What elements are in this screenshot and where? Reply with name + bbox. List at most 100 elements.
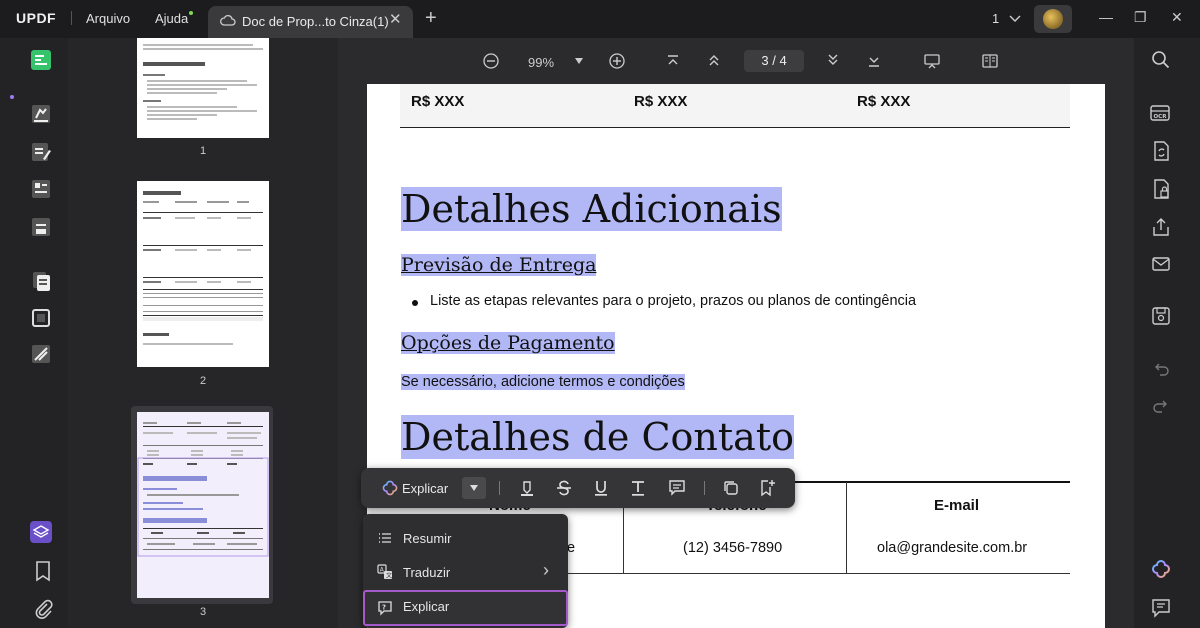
thumbnail-2-content [143, 191, 263, 345]
ocr-icon[interactable]: OCR [1149, 102, 1171, 124]
zoom-out-icon[interactable] [483, 53, 499, 69]
thumbnail-page-3[interactable] [137, 412, 269, 598]
organize-pages-icon[interactable] [30, 270, 52, 292]
payment-text: Se necessário, adicione termos e condiçõ… [401, 374, 685, 390]
menu-item-resumir[interactable]: Resumir [363, 522, 568, 556]
prev-page-icon[interactable] [708, 54, 720, 66]
restore-button[interactable]: ❐ [1134, 9, 1147, 26]
ai-assistant-icon[interactable] [381, 479, 399, 497]
new-tab-button[interactable]: + [425, 7, 437, 30]
save-icon[interactable] [1150, 305, 1172, 327]
notification-dot [189, 11, 193, 15]
current-page: 3 [761, 53, 769, 68]
svg-text:文: 文 [386, 572, 392, 580]
updf-logo: UPDF [16, 10, 57, 26]
svg-text:?: ? [382, 604, 386, 612]
chevron-down-icon [1009, 15, 1021, 22]
bookmark-icon[interactable] [32, 560, 54, 582]
search-icon[interactable] [1150, 49, 1172, 71]
attachment-icon[interactable] [32, 597, 54, 619]
table-cell-email: ola@grandesite.com.br [877, 540, 1028, 556]
zoom-level[interactable]: 99% [528, 55, 554, 70]
page-number-box[interactable]: 3 / 4 [744, 50, 804, 72]
menu-item-explicar[interactable]: ? Explicar [363, 590, 568, 626]
page-layout-icon[interactable] [982, 54, 998, 68]
cloud-icon [220, 14, 236, 26]
underline-icon[interactable] [592, 479, 610, 497]
menu-label: Traduzir [403, 565, 451, 580]
table-col-divider [846, 482, 847, 574]
ai-action-menu: Resumir A文 Traduzir › ? Explicar [363, 514, 568, 628]
menu-label: Explicar [403, 599, 450, 614]
last-page-icon[interactable] [868, 55, 880, 67]
thumbnail-1-content [143, 44, 263, 120]
slideshow-icon[interactable] [924, 54, 940, 69]
tab-close-icon[interactable]: ✕ [389, 10, 402, 28]
price-cell: R$ XXX [634, 93, 688, 110]
copy-icon[interactable] [722, 479, 740, 497]
left-tool-rail [0, 38, 68, 628]
thumbnail-page-1[interactable] [137, 38, 269, 138]
crop-icon[interactable] [30, 307, 52, 329]
heading-contact: Detalhes de Contato [401, 415, 794, 459]
title-divider [71, 11, 72, 25]
ai-dropdown-button[interactable] [462, 477, 486, 499]
protect-icon[interactable] [1150, 178, 1172, 200]
email-icon[interactable] [1150, 253, 1172, 275]
sign-icon[interactable] [30, 216, 52, 238]
avatar[interactable] [1034, 5, 1072, 33]
undo-icon[interactable] [1150, 359, 1172, 381]
close-window-button[interactable]: ✕ [1171, 9, 1183, 26]
zoom-in-icon[interactable] [609, 53, 625, 69]
window-selector[interactable]: 1 [992, 11, 1021, 26]
comment-list-icon[interactable] [1150, 597, 1172, 619]
minimize-button[interactable]: — [1099, 9, 1113, 25]
watermark-icon[interactable] [30, 343, 52, 365]
menu-label: Resumir [403, 531, 452, 546]
ai-explain-button[interactable]: Explicar [402, 481, 448, 496]
view-toolbar: 99% 3 / 4 [338, 38, 1134, 84]
layers-icon[interactable] [30, 521, 52, 543]
chevron-right-icon: › [543, 560, 549, 580]
updf-ai-icon[interactable] [1150, 558, 1172, 580]
redo-icon[interactable] [1150, 396, 1172, 418]
thumbnail-3-content [137, 422, 269, 557]
price-row [400, 84, 1070, 128]
share-icon[interactable] [1150, 216, 1172, 238]
comment-icon[interactable] [668, 479, 686, 497]
subheading-delivery: Previsão de Entrega [401, 254, 597, 276]
price-cell: R$ XXX [411, 93, 465, 110]
table-header-email: E-mail [934, 497, 980, 514]
svg-text:OCR: OCR [1154, 114, 1168, 120]
comment-tool-icon[interactable] [30, 103, 52, 125]
strikethrough-icon[interactable] [555, 479, 573, 497]
bullet [412, 300, 418, 306]
next-page-icon[interactable] [827, 54, 839, 66]
first-page-icon[interactable] [667, 55, 679, 67]
bullet-delivery: Liste as etapas relevantes para o projet… [430, 293, 917, 309]
reader-icon[interactable] [30, 49, 52, 71]
thumbnail-label-3: 3 [199, 606, 207, 618]
add-bookmark-icon[interactable] [759, 479, 777, 497]
menu-arquivo[interactable]: Arquivo [86, 11, 130, 26]
text-underline-icon[interactable] [629, 479, 647, 497]
thumbnail-label-1: 1 [199, 145, 207, 157]
total-pages: 4 [779, 53, 787, 68]
toolbar-divider [704, 481, 705, 495]
list-icon [379, 533, 391, 543]
form-icon[interactable] [30, 178, 52, 200]
menu-item-traduzir[interactable]: A文 Traduzir › [363, 556, 568, 590]
heading-details: Detalhes Adicionais [401, 187, 782, 231]
highlight-icon[interactable] [518, 479, 536, 497]
thumbnail-page-2[interactable] [137, 181, 269, 367]
convert-icon[interactable] [1150, 140, 1172, 162]
edit-pdf-icon[interactable] [30, 141, 52, 163]
toolbar-divider [499, 481, 500, 495]
caret-down-icon [470, 485, 478, 491]
zoom-dropdown-icon[interactable] [575, 58, 583, 64]
menu-ajuda[interactable]: Ajuda [155, 11, 188, 26]
selection-toolbar: Explicar [361, 468, 795, 508]
active-indicator [10, 95, 14, 99]
document-tab[interactable]: Doc de Prop...to Cinza(1) ✕ [208, 6, 413, 38]
table-cell-phone: (12) 3456-7890 [683, 540, 783, 556]
